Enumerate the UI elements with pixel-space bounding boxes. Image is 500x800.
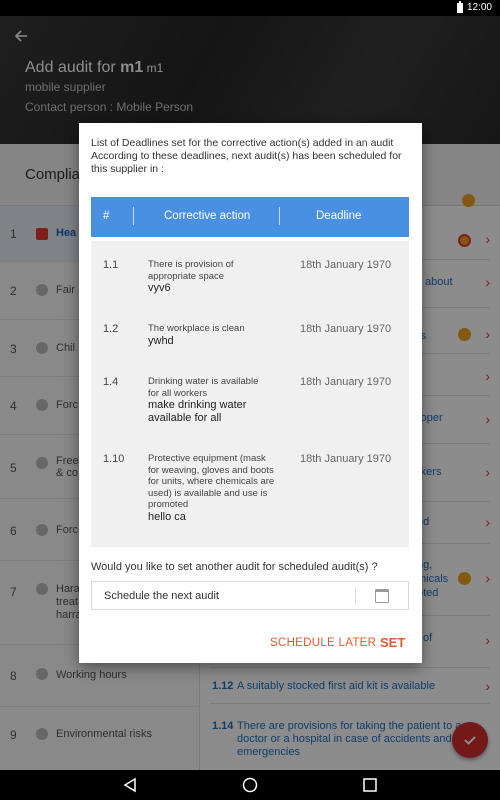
status-bar: 12:00 — [0, 0, 500, 16]
deadlines-dialog: List of Deadlines set for the corrective… — [79, 123, 422, 663]
recents-icon[interactable] — [362, 777, 378, 793]
table-header: # Corrective action Deadline — [91, 197, 409, 237]
col-deadline: Deadline — [316, 210, 362, 222]
schedule-question: Would you like to set another audit for … — [91, 561, 378, 573]
set-button[interactable]: SET — [380, 635, 405, 650]
dialog-intro: List of Deadlines set for the corrective… — [91, 137, 402, 175]
navigation-bar — [0, 770, 500, 800]
col-num: # — [103, 210, 110, 222]
home-icon[interactable] — [242, 777, 258, 793]
status-time: 12:00 — [466, 2, 492, 13]
battery-icon — [456, 0, 463, 13]
table-body: 1.1 There is provision of appropriate sp… — [91, 241, 409, 547]
back-icon[interactable] — [122, 777, 138, 793]
schedule-later-button[interactable]: SCHEDULE LATER — [270, 637, 376, 649]
col-action: Corrective action — [164, 210, 251, 222]
calendar-icon[interactable] — [375, 589, 389, 603]
schedule-date-field[interactable]: Schedule the next audit — [91, 581, 409, 610]
